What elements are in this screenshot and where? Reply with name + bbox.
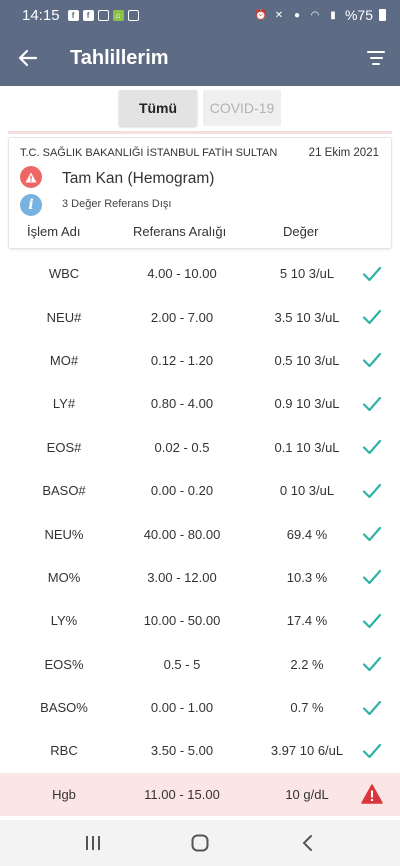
result-row[interactable]: MO# 0.12 - 1.20 0.5 10 3/uL: [0, 339, 400, 382]
check-icon: [356, 469, 388, 512]
tab-all[interactable]: Tümü: [119, 90, 197, 126]
result-name: EOS%: [44, 656, 84, 672]
result-range: 0.00 - 1.00: [150, 700, 214, 716]
result-range: 0.80 - 4.00: [150, 396, 214, 412]
column-header-value: Değer: [283, 224, 319, 239]
check-icon: [356, 512, 388, 555]
filter-tabs: Tümü COVID-19: [0, 90, 400, 126]
status-bar: 14:15 f f ⌂ ⏰ ✕ ● ◠ ▮ %75: [0, 0, 400, 30]
results-list: WBC 4.00 - 10.00 5 10 3/uL NEU# 2.00 - 7.00 3…: [0, 252, 400, 817]
nav-back-button[interactable]: [277, 820, 337, 866]
result-row[interactable]: NEU% 40.00 - 80.00 69.4 %: [0, 512, 400, 555]
hospital-name: T.C. SAĞLIK BAKANLIĞI İSTANBUL FATİH SUL…: [20, 147, 278, 159]
result-name: BASO%: [40, 700, 88, 716]
recents-button[interactable]: [63, 820, 123, 866]
result-name: Hgb: [52, 786, 76, 802]
tab-covid19[interactable]: COVID-19: [203, 90, 281, 126]
result-range: 0.02 - 0.5: [154, 439, 210, 455]
instagram-icon: [97, 9, 109, 21]
result-range: 40.00 - 80.00: [143, 526, 221, 542]
test-name: Tam Kan (Hemogram): [62, 170, 215, 187]
result-range: 10.00 - 50.00: [143, 613, 221, 629]
facebook-icon: f: [82, 9, 94, 21]
facebook-icon: f: [67, 9, 79, 21]
result-row[interactable]: EOS% 0.5 - 5 2.2 %: [0, 643, 400, 686]
result-row[interactable]: RBC 3.50 - 5.00 3.97 10 6/uL: [0, 729, 400, 772]
result-name: MO%: [47, 569, 81, 585]
check-icon: [356, 295, 388, 338]
check-icon: [356, 426, 388, 469]
signal-icon: ▮: [330, 9, 336, 21]
report-date: 21 Ekim 2021: [308, 147, 379, 159]
check-icon: [356, 339, 388, 382]
check-icon: [356, 686, 388, 729]
result-range: 0.5 - 5: [163, 656, 201, 672]
result-name: LY%: [50, 613, 78, 629]
check-icon: [356, 729, 388, 772]
result-range: 0.00 - 0.20: [150, 483, 214, 499]
out-of-range-count: 3 Değer Referans Dışı: [62, 198, 172, 210]
back-icon: [302, 835, 312, 851]
check-icon: [356, 599, 388, 642]
result-name: RBC: [50, 743, 78, 759]
column-header-range: Referans Aralığı: [133, 224, 227, 239]
home-button[interactable]: [170, 820, 230, 866]
page-title: Tahlillerim: [70, 46, 169, 69]
result-row[interactable]: BASO% 0.00 - 1.00 0.7 %: [0, 686, 400, 729]
wifi-icon: ◠: [310, 9, 320, 21]
result-name: NEU#: [46, 309, 82, 325]
back-button[interactable]: [0, 30, 56, 86]
status-time: 14:15: [22, 6, 60, 24]
result-name: EOS#: [46, 439, 82, 455]
result-row[interactable]: NEU# 2.00 - 7.00 3.5 10 3/uL: [0, 295, 400, 338]
result-row[interactable]: MO% 3.00 - 12.00 10.3 %: [0, 556, 400, 599]
result-row[interactable]: LY% 10.00 - 50.00 17.4 %: [0, 599, 400, 642]
result-row[interactable]: Hgb 11.00 - 15.00 10 g/dL: [0, 772, 400, 817]
filter-icon: [367, 51, 385, 53]
battery-icon: [379, 9, 386, 21]
result-name: NEU%: [44, 526, 84, 542]
result-row[interactable]: LY# 0.80 - 4.00 0.9 10 3/uL: [0, 382, 400, 425]
result-name: MO#: [49, 352, 79, 368]
report-card[interactable]: T.C. SAĞLIK BAKANLIĞI İSTANBUL FATİH SUL…: [8, 137, 392, 249]
result-name: LY#: [52, 396, 76, 412]
app-bar: Tahlillerim: [0, 30, 400, 86]
result-range: 0.12 - 1.20: [150, 352, 214, 368]
alarm-icon: ⏰: [254, 9, 268, 21]
home-icon: [191, 834, 209, 852]
result-name: BASO#: [42, 483, 86, 499]
filter-button[interactable]: [352, 30, 400, 86]
mute-icon: ✕: [274, 9, 284, 21]
alert-icon: [356, 773, 388, 816]
gallery-icon: [127, 9, 139, 21]
notification-icons: f f ⌂: [67, 9, 139, 21]
check-icon: [356, 556, 388, 599]
warning-icon: [20, 166, 42, 188]
result-range: 2.00 - 7.00: [150, 309, 214, 325]
battery-text: %75: [344, 7, 373, 23]
check-icon: [356, 252, 388, 295]
location-icon: ●: [293, 9, 300, 21]
check-icon: [356, 643, 388, 686]
result-row[interactable]: BASO# 0.00 - 0.20 0 10 3/uL: [0, 469, 400, 512]
column-header-name: İşlem Adı: [27, 224, 81, 239]
home-app-icon: ⌂: [112, 9, 124, 21]
result-range: 11.00 - 15.00: [144, 786, 220, 802]
result-row[interactable]: WBC 4.00 - 10.00 5 10 3/uL: [0, 252, 400, 295]
arrow-left-icon: [18, 49, 38, 67]
result-name: WBC: [48, 266, 80, 282]
result-range: 3.00 - 12.00: [147, 569, 217, 585]
result-range: 3.50 - 5.00: [150, 743, 214, 759]
info-icon: i: [20, 194, 42, 216]
system-icons: ⏰ ✕ ● ◠ ▮ %75: [255, 7, 386, 23]
check-icon: [356, 382, 388, 425]
result-row[interactable]: EOS# 0.02 - 0.5 0.1 10 3/uL: [0, 426, 400, 469]
result-range: 4.00 - 10.00: [147, 266, 217, 282]
divider: [8, 131, 392, 134]
system-nav-bar: [0, 820, 400, 866]
recents-icon: [86, 836, 101, 850]
